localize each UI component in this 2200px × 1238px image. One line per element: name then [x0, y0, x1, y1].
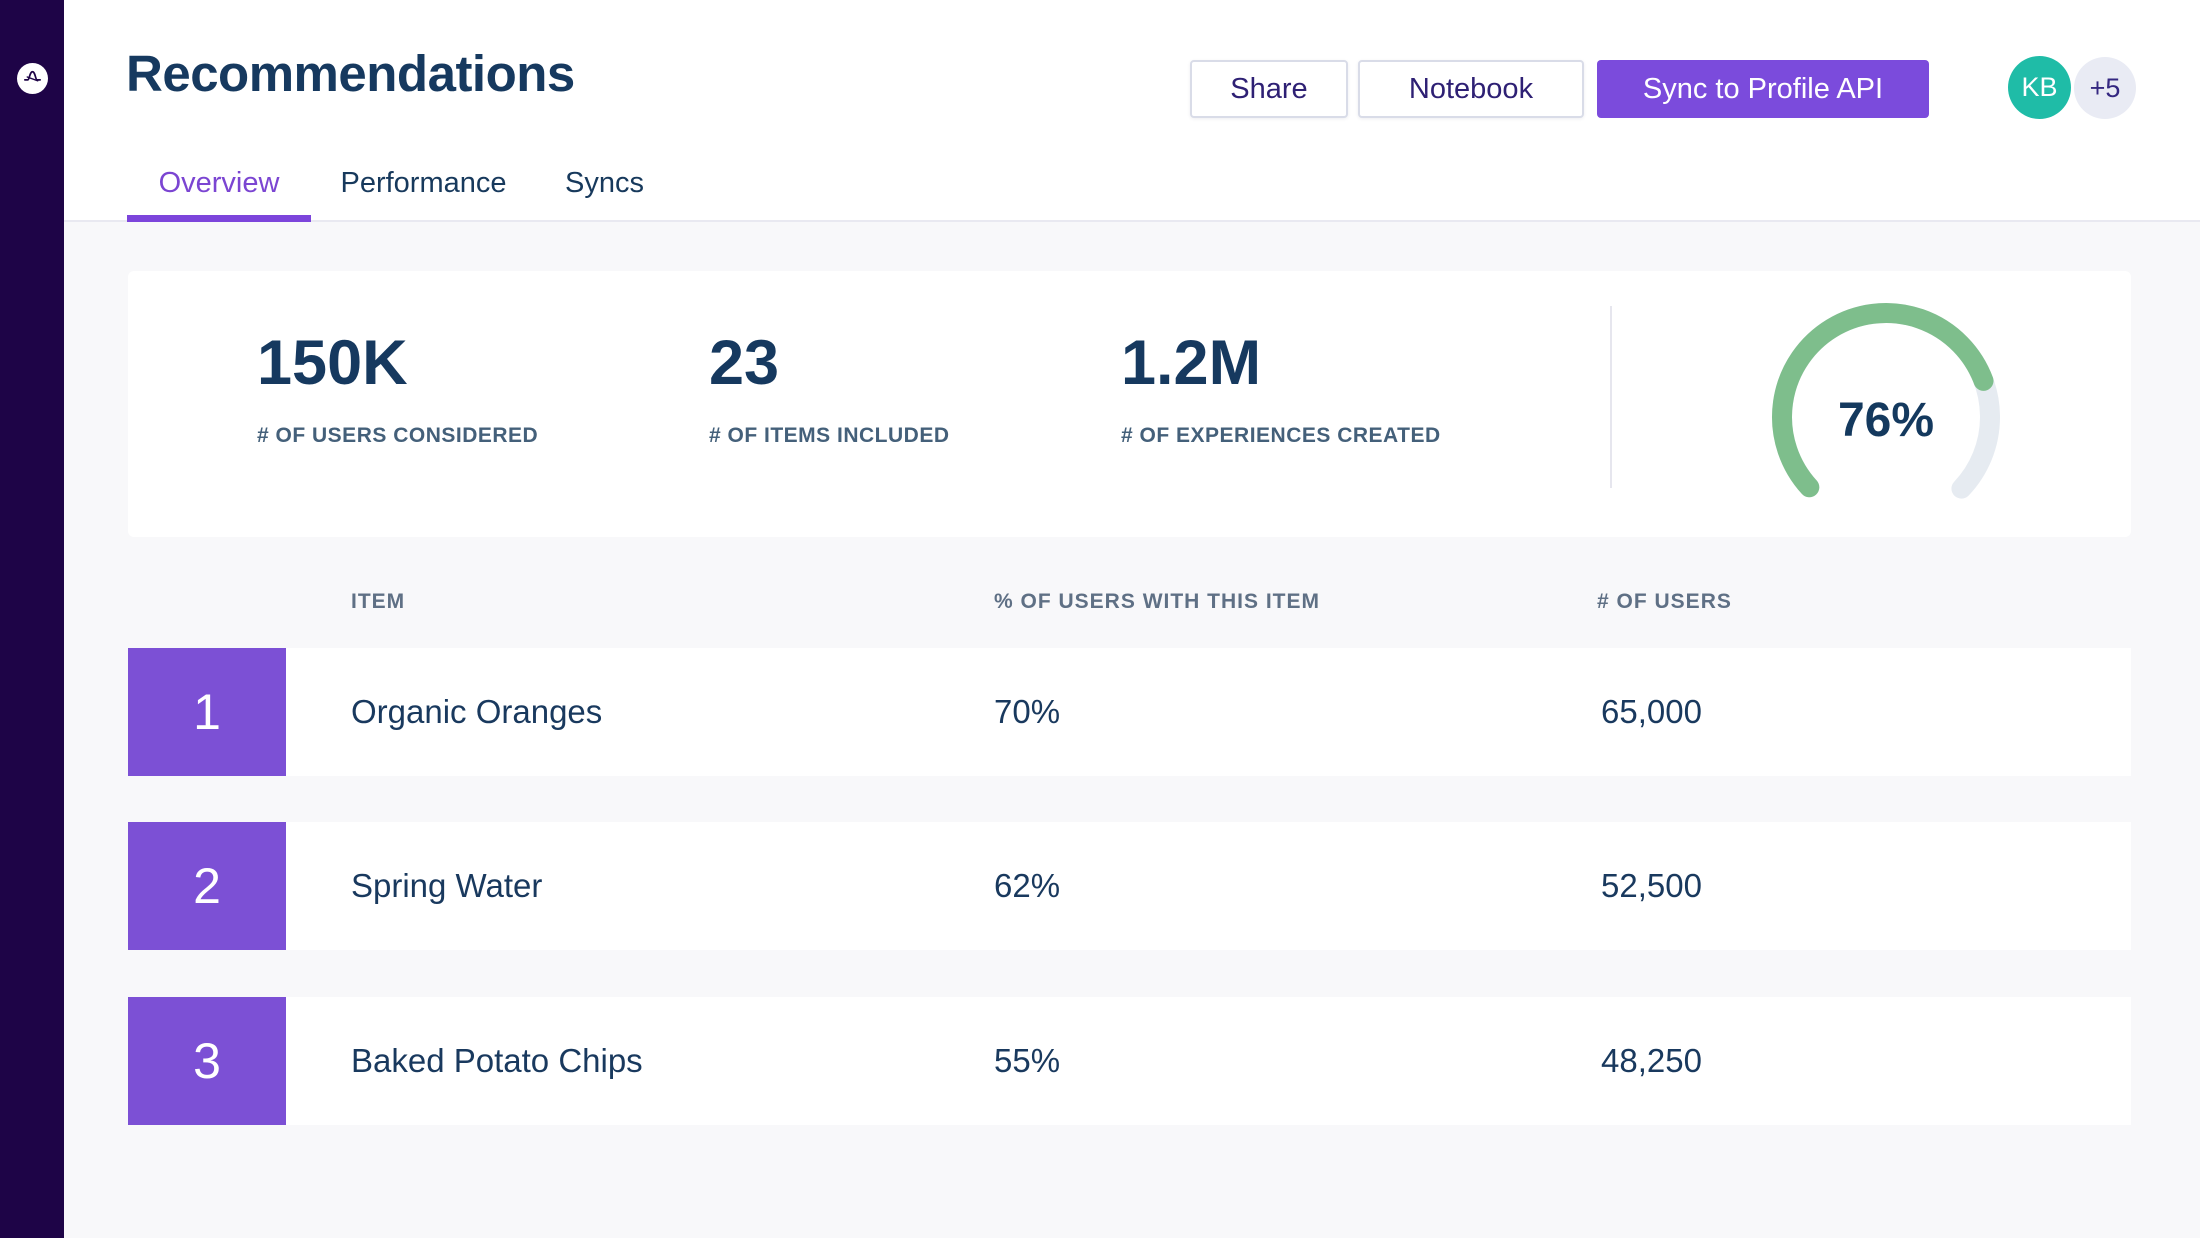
item-name-cell: Organic Oranges — [351, 648, 602, 776]
item-name-cell: Spring Water — [351, 822, 542, 950]
tab-overview[interactable]: Overview — [127, 162, 311, 204]
sidebar-nav — [0, 0, 64, 1238]
table-row[interactable]: 1 Organic Oranges 70% 65,000 — [128, 648, 2131, 776]
column-header-item: ITEM — [351, 590, 405, 614]
column-header-pct-users: % OF USERS WITH THIS ITEM — [994, 590, 1320, 614]
item-name-cell: Baked Potato Chips — [351, 997, 643, 1125]
active-tab-indicator — [127, 215, 311, 222]
stat-users-considered-value: 150K — [257, 327, 408, 399]
completion-gauge: 76% — [1766, 297, 2006, 537]
num-users-cell: 48,250 — [1601, 997, 1702, 1125]
rank-badge: 3 — [128, 997, 286, 1125]
pct-users-cell: 62% — [994, 822, 1060, 950]
gauge-percent-label: 76% — [1766, 393, 2006, 448]
column-header-num-users: # OF USERS — [1597, 590, 1732, 614]
stat-experiences-created-value: 1.2M — [1121, 327, 1261, 399]
avatar-overflow-count[interactable]: +5 — [2074, 57, 2136, 119]
tab-syncs[interactable]: Syncs — [536, 162, 673, 204]
stat-items-included-value: 23 — [709, 327, 779, 399]
recommendations-page: Recommendations Overview Performance Syn… — [0, 0, 2200, 1238]
sync-to-profile-api-button[interactable]: Sync to Profile API — [1597, 60, 1929, 118]
rank-badge: 1 — [128, 648, 286, 776]
stat-users-considered-label: # OF USERS CONSIDERED — [257, 424, 538, 448]
stat-items-included-label: # OF ITEMS INCLUDED — [709, 424, 950, 448]
stat-experiences-created-label: # OF EXPERIENCES CREATED — [1121, 424, 1441, 448]
stats-divider — [1610, 306, 1612, 488]
num-users-cell: 52,500 — [1601, 822, 1702, 950]
table-row[interactable]: 3 Baked Potato Chips 55% 48,250 — [128, 997, 2131, 1125]
notebook-button[interactable]: Notebook — [1358, 60, 1584, 118]
amplitude-logo-icon — [21, 65, 44, 93]
pct-users-cell: 55% — [994, 997, 1060, 1125]
share-button[interactable]: Share — [1190, 60, 1348, 118]
table-row[interactable]: 2 Spring Water 62% 52,500 — [128, 822, 2131, 950]
pct-users-cell: 70% — [994, 648, 1060, 776]
page-title: Recommendations — [126, 44, 575, 103]
user-avatar[interactable]: KB — [2008, 56, 2071, 119]
rank-badge: 2 — [128, 822, 286, 950]
app-logo[interactable] — [17, 63, 48, 94]
tab-performance[interactable]: Performance — [311, 162, 536, 204]
num-users-cell: 65,000 — [1601, 648, 1702, 776]
